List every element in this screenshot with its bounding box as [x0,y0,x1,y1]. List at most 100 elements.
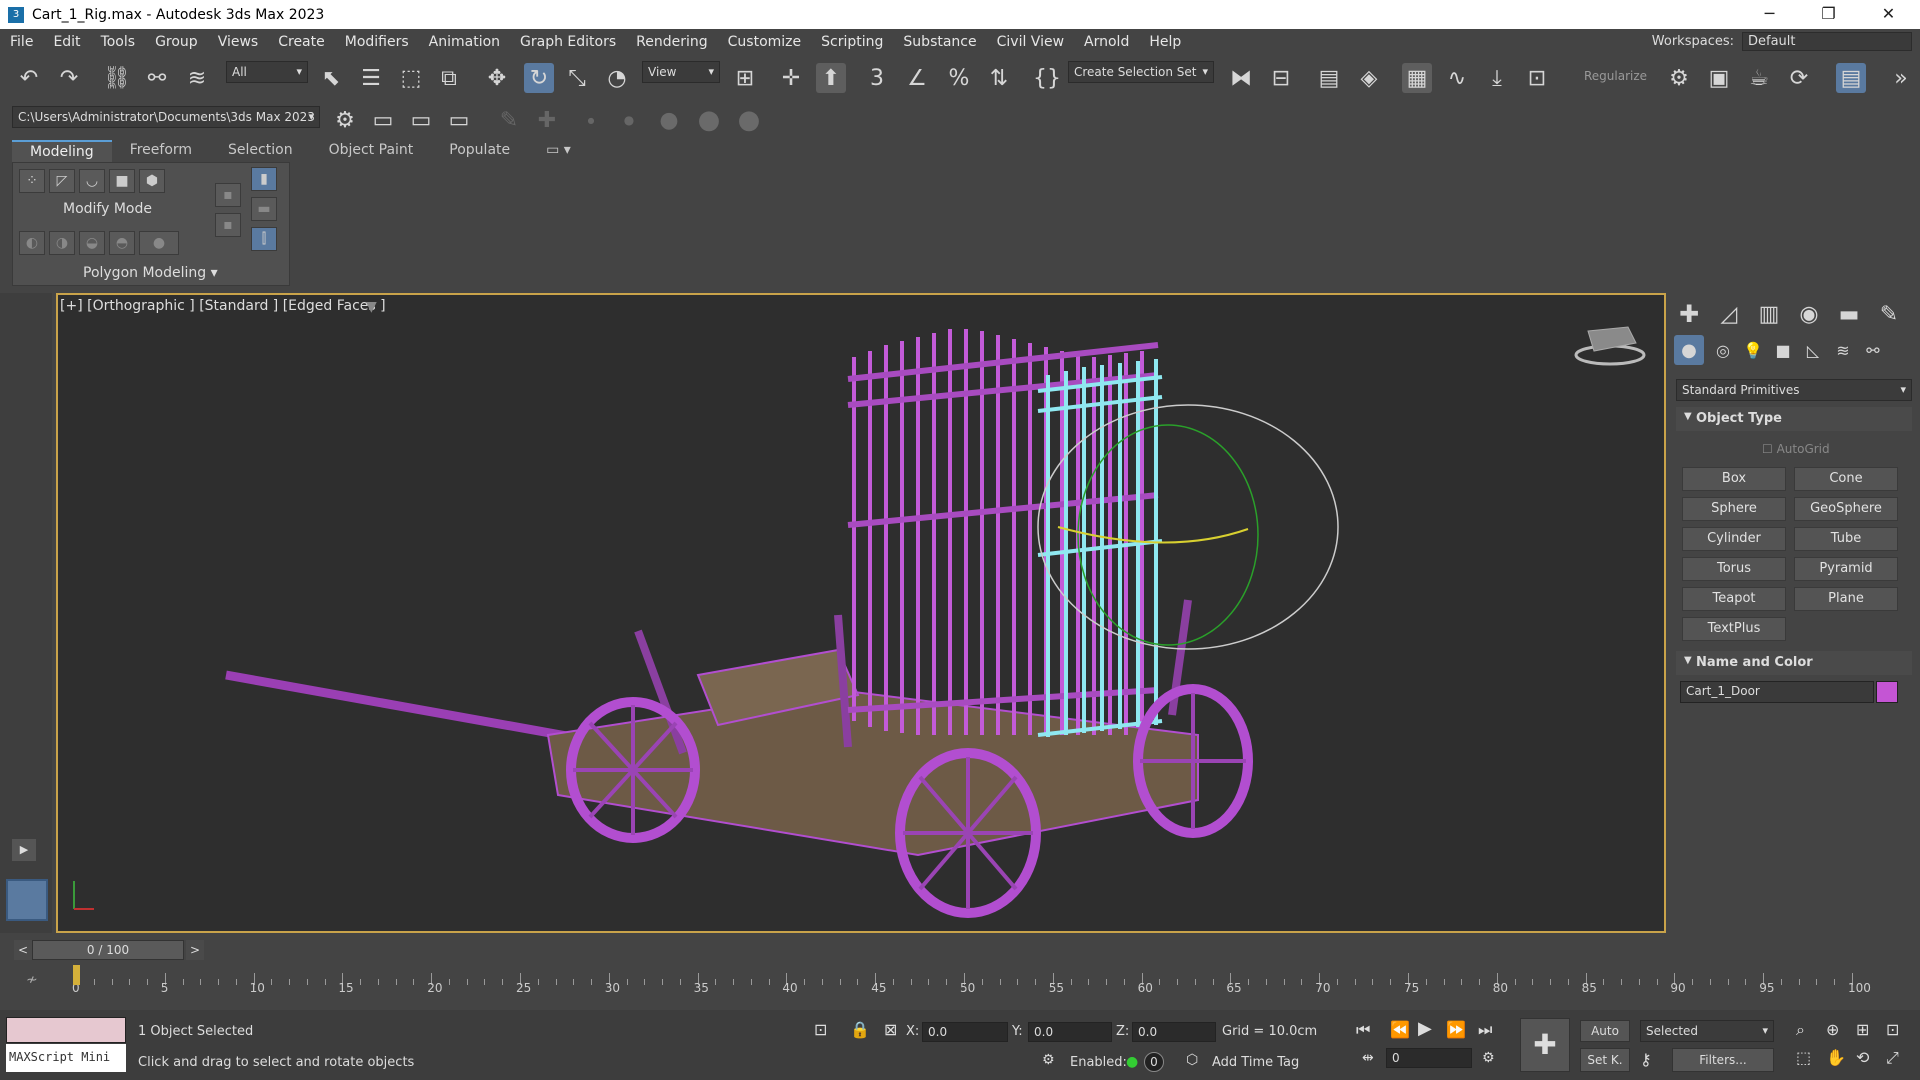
box-button[interactable]: Box [1682,467,1786,491]
spinner-snap-icon[interactable]: ⇅ [984,63,1014,93]
systems-icon[interactable]: ⚯ [1858,335,1888,365]
time-config-icon[interactable]: ⚙ [1482,1050,1495,1066]
ribbon-side-2-icon[interactable]: ▪ [215,213,241,237]
keyboard-shortcut-icon[interactable]: ⬆ [816,63,846,93]
menu-group[interactable]: Group [145,34,208,50]
layer-explorer-icon[interactable]: ◈ [1354,63,1384,93]
rendered-frame-window-icon[interactable]: ▣ [1704,63,1734,93]
rotate-icon[interactable]: ↻ [524,63,554,93]
element-mode-icon[interactable]: ⬢ [139,169,165,193]
menu-file[interactable]: File [0,34,43,50]
placement-icon[interactable]: ◔ [602,63,632,93]
set-key-button[interactable]: Set K. [1580,1048,1630,1072]
perspective-viewport[interactable] [56,293,1666,933]
key-mode-toggle-icon[interactable]: ⇹ [1362,1050,1374,1066]
select-object-icon[interactable]: ⬉ [316,63,346,93]
current-frame-marker[interactable] [73,965,80,985]
snaps-toggle-icon[interactable]: 3 [862,63,892,93]
workspaces-dropdown[interactable]: Default [1742,32,1912,51]
maximize-viewport-icon[interactable]: ⤢ [1886,1048,1899,1068]
vertex-mode-icon[interactable]: ⁘ [19,169,45,193]
ribbon-tool-3-icon[interactable]: ◒ [79,231,105,255]
expand-viewport-layout-icon[interactable]: ▶ [12,839,36,861]
menu-graph-editors[interactable]: Graph Editors [510,34,626,50]
dot-small-icon[interactable]: ● [576,105,606,135]
name-color-rollout[interactable]: Name and Color [1676,651,1912,675]
material-editor-icon[interactable]: ⊡ [1522,63,1552,93]
maxscript-listener[interactable] [6,1017,126,1043]
project-open-icon[interactable]: ▭ [406,105,436,135]
menu-tools[interactable]: Tools [91,34,146,50]
tab-populate[interactable]: Populate [431,140,528,162]
display-tab-icon[interactable]: ▬ [1834,299,1864,329]
project-path-dropdown[interactable]: C:\Users\Administrator\Documents\3ds Max… [12,106,320,128]
key-filters-icon[interactable]: ⚷ [1640,1050,1652,1069]
plane-button[interactable]: Plane [1794,587,1898,611]
select-by-name-icon[interactable]: ☰ [356,63,386,93]
x-coord-field[interactable]: 0.0 [922,1022,1008,1042]
adaptive-degradation-icon[interactable]: ⚙ [1042,1052,1055,1068]
rollout-collapse-icon[interactable]: ▼ [1684,411,1692,422]
play-icon[interactable]: ▶ [1418,1018,1432,1039]
next-key-icon[interactable]: ⏩ [1446,1020,1466,1039]
create-tab-icon[interactable]: ✚ [1674,299,1704,329]
motion-tab-icon[interactable]: ◉ [1794,299,1824,329]
dot-large-icon[interactable]: ● [654,105,684,135]
scale-icon[interactable]: ⤡ [562,63,592,93]
menu-arnold[interactable]: Arnold [1074,34,1139,50]
mirror-icon[interactable]: ⧓ [1226,63,1256,93]
object-name-field[interactable]: Cart_1_Door [1680,681,1874,703]
field-of-view-icon[interactable]: ⬚ [1796,1048,1811,1067]
previous-key-icon[interactable]: ⏪ [1390,1020,1410,1039]
geometry-icon[interactable]: ● [1674,335,1704,365]
render-setup-icon[interactable]: ⚙ [1664,63,1694,93]
polygon-mode-icon[interactable]: ■ [109,169,135,193]
cylinder-button[interactable]: Cylinder [1682,527,1786,551]
project-save-icon[interactable]: ▭ [444,105,474,135]
rollout-collapse-icon-2[interactable]: ▼ [1684,655,1692,666]
zoom-extents-icon[interactable]: ⊞ [1856,1020,1869,1039]
filters-button[interactable]: Filters... [1672,1048,1774,1072]
tab-modeling[interactable]: Modeling [12,140,112,162]
selected-dropdown[interactable]: Selected [1640,1020,1774,1042]
helpers-icon[interactable]: ◺ [1798,335,1828,365]
sphere-button[interactable]: Sphere [1682,497,1786,521]
time-tag-icon[interactable]: ⬡ [1186,1052,1198,1068]
menu-views[interactable]: Views [208,34,269,50]
space-warps-icon[interactable]: ≋ [1828,335,1858,365]
ribbon-side-5-icon[interactable]: ⫿ [251,227,277,251]
enabled-counter[interactable]: 0 [1144,1052,1164,1072]
object-type-rollout[interactable]: Object Type [1676,407,1912,431]
menu-animation[interactable]: Animation [419,34,510,50]
ribbon-tool-5-icon[interactable]: ● [139,231,179,255]
menu-help[interactable]: Help [1139,34,1191,50]
menu-rendering[interactable]: Rendering [626,34,718,50]
viewport-label[interactable]: [+] [Orthographic ] [Standard ] [Edged F… [60,298,386,314]
geosphere-button[interactable]: GeoSphere [1794,497,1898,521]
selection-filter-dropdown[interactable]: All [226,61,308,83]
go-to-end-icon[interactable]: ⏭ [1478,1020,1492,1040]
timeline-track[interactable]: 0 5 10 15 20 25 30 35 40 45 50 55 60 65 70 75 80 85 90 95 10… [72,965,1871,1009]
torus-button[interactable]: Torus [1682,557,1786,581]
ribbon-tool-2-icon[interactable]: ◑ [49,231,75,255]
align-icon[interactable]: ⊟ [1266,63,1296,93]
curve-editor-icon[interactable]: ∿ [1442,63,1472,93]
project-settings-icon[interactable]: ⚙ [330,105,360,135]
next-frame-icon[interactable]: > [186,940,204,960]
move-icon[interactable]: ✥ [482,63,512,93]
isolate-selection-icon[interactable]: ⊡ [814,1020,827,1039]
y-coord-field[interactable]: 0.0 [1028,1022,1112,1042]
go-to-start-icon[interactable]: ⏮ [1356,1020,1370,1040]
menu-modifiers[interactable]: Modifiers [335,34,419,50]
viewport-layout-thumb[interactable] [6,879,48,921]
dot-xxlarge-icon[interactable]: ● [734,105,764,135]
cameras-icon[interactable]: ■ [1768,335,1798,365]
menu-edit[interactable]: Edit [43,34,90,50]
minimize-button[interactable]: ─ [1741,0,1798,29]
zoom-icon[interactable]: ⌕ [1796,1020,1805,1040]
toggle-ribbon-icon[interactable]: ▦ [1402,63,1432,93]
angle-snap-icon[interactable]: ∠ [902,63,932,93]
hierarchy-tab-icon[interactable]: ▥ [1754,299,1784,329]
redo-icon[interactable]: ↷ [54,63,84,93]
textplus-button[interactable]: TextPlus [1682,617,1786,641]
